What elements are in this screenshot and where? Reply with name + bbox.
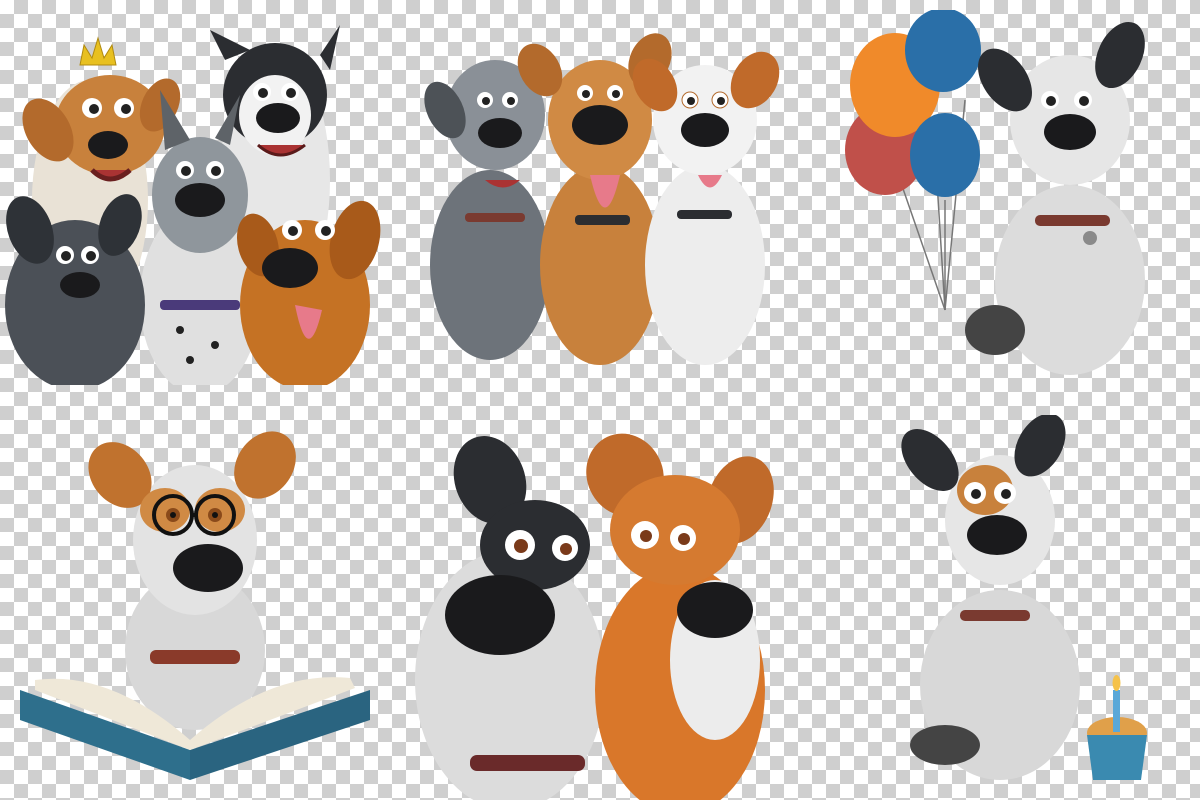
cupcake-icon [1087, 675, 1147, 780]
orange-white-dog-closeup [586, 433, 774, 800]
three-dogs-sitting [415, 25, 790, 370]
balloon-icon [845, 10, 981, 311]
dog-group-with-crown [0, 10, 385, 385]
orange-dog-tongue [236, 200, 381, 385]
terrier-sitting [901, 415, 1080, 780]
dog-with-cupcake [875, 415, 1175, 790]
candle-icon [1112, 675, 1121, 732]
two-dogs-closeup [415, 420, 790, 800]
gray-shaggy-dog [424, 60, 550, 360]
gray-dog-sitting [965, 21, 1145, 375]
dog-with-balloons [825, 10, 1170, 380]
crown-icon [79, 36, 117, 66]
black-white-dog-closeup [415, 436, 605, 800]
dog-reading-book [10, 420, 380, 785]
terrier-with-glasses [88, 431, 296, 730]
